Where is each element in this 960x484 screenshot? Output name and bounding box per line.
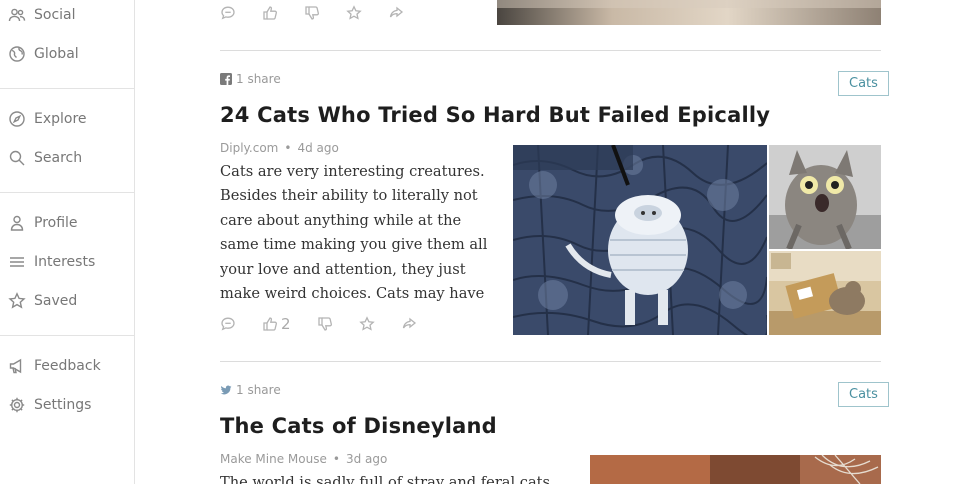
thumbs-down-icon — [317, 317, 332, 331]
sidebar-item-search[interactable]: Search — [8, 146, 82, 170]
meta-separator: • — [332, 452, 340, 466]
tag-cats[interactable]: Cats — [838, 382, 889, 407]
article-actions: 2 — [220, 314, 443, 334]
like-button[interactable]: 2 — [262, 315, 291, 333]
share-button[interactable] — [388, 5, 404, 21]
article-title[interactable]: 24 Cats Who Tried So Hard But Failed Epi… — [220, 103, 770, 127]
article-image[interactable] — [497, 0, 881, 25]
star-icon — [358, 316, 375, 331]
article-actions — [220, 3, 430, 23]
sidebar-item-label: Search — [34, 150, 83, 166]
save-button[interactable] — [358, 316, 375, 332]
sidebar-divider — [0, 88, 134, 89]
users-icon — [8, 6, 26, 24]
comment-icon — [221, 317, 235, 331]
sidebar-item-label: Saved — [34, 293, 78, 309]
thumbs-up-icon — [263, 6, 277, 20]
article-excerpt: Cats are very interesting creatures. Bes… — [220, 163, 488, 303]
share-count: 1 share — [220, 71, 281, 87]
user-icon — [8, 214, 26, 232]
comment-icon — [221, 6, 235, 20]
sidebar-divider — [0, 192, 134, 193]
thumbs-up-icon — [263, 317, 277, 331]
share-text: 1 share — [236, 72, 281, 86]
share-count: 1 share — [220, 382, 281, 398]
like-count: 2 — [281, 315, 291, 333]
sidebar-item-label: Interests — [34, 254, 96, 270]
dislike-button[interactable] — [304, 5, 320, 21]
globe-icon — [8, 45, 26, 63]
twitter-icon — [220, 384, 232, 396]
sidebar-item-explore[interactable]: Explore — [8, 107, 87, 131]
comment-button[interactable] — [220, 5, 236, 21]
article-excerpt: The world is sadly full of stray and fer… — [220, 474, 555, 484]
compass-icon — [8, 110, 26, 128]
sidebar-item-label: Social — [34, 7, 76, 23]
article-source[interactable]: Make Mine Mouse — [220, 452, 327, 466]
article-image-main[interactable] — [513, 145, 767, 335]
megaphone-icon — [8, 357, 26, 375]
dislike-button[interactable] — [317, 316, 333, 332]
star-icon — [8, 292, 26, 310]
sidebar-item-label: Settings — [34, 397, 92, 413]
feed-divider — [220, 361, 881, 362]
save-button[interactable] — [346, 5, 362, 21]
share-icon — [389, 6, 404, 18]
sidebar-item-saved[interactable]: Saved — [8, 289, 77, 313]
article-meta: Make Mine Mouse • 3d ago — [220, 452, 387, 466]
article-image-bottom-right[interactable] — [769, 251, 881, 335]
article-source[interactable]: Diply.com — [220, 141, 278, 155]
sidebar-item-global[interactable]: Global — [8, 42, 79, 66]
share-text: 1 share — [236, 383, 281, 397]
sidebar-item-interests[interactable]: Interests — [8, 250, 95, 274]
sidebar-item-label: Global — [34, 46, 79, 62]
meta-separator: • — [284, 141, 292, 155]
sidebar-item-label: Profile — [34, 215, 78, 231]
like-button[interactable] — [262, 5, 278, 21]
sidebar-item-label: Feedback — [34, 358, 101, 374]
sidebar-item-feedback[interactable]: Feedback — [8, 354, 101, 378]
article-age: 4d ago — [297, 141, 339, 155]
article-image[interactable] — [590, 455, 881, 484]
sidebar-item-social[interactable]: Social — [8, 3, 76, 27]
article-image-top-right[interactable] — [769, 145, 881, 249]
search-icon — [8, 149, 26, 167]
share-button[interactable] — [401, 316, 417, 332]
sidebar-item-label: Explore — [34, 111, 87, 127]
article-age: 3d ago — [345, 452, 388, 466]
sidebar: Social Global Explore Search Profile Int… — [0, 0, 135, 484]
sidebar-item-settings[interactable]: Settings — [8, 393, 91, 417]
sidebar-item-profile[interactable]: Profile — [8, 211, 78, 235]
star-icon — [346, 5, 362, 20]
article-title[interactable]: The Cats of Disneyland — [220, 414, 497, 438]
feed-divider — [220, 50, 881, 51]
gear-icon — [8, 396, 26, 414]
sidebar-divider — [0, 335, 134, 336]
facebook-icon — [220, 73, 232, 85]
article-meta: Diply.com • 4d ago — [220, 141, 339, 155]
tag-cats[interactable]: Cats — [838, 71, 889, 96]
thumbs-down-icon — [305, 6, 319, 20]
comment-button[interactable] — [220, 316, 236, 332]
list-icon — [8, 253, 26, 271]
share-icon — [402, 317, 416, 329]
